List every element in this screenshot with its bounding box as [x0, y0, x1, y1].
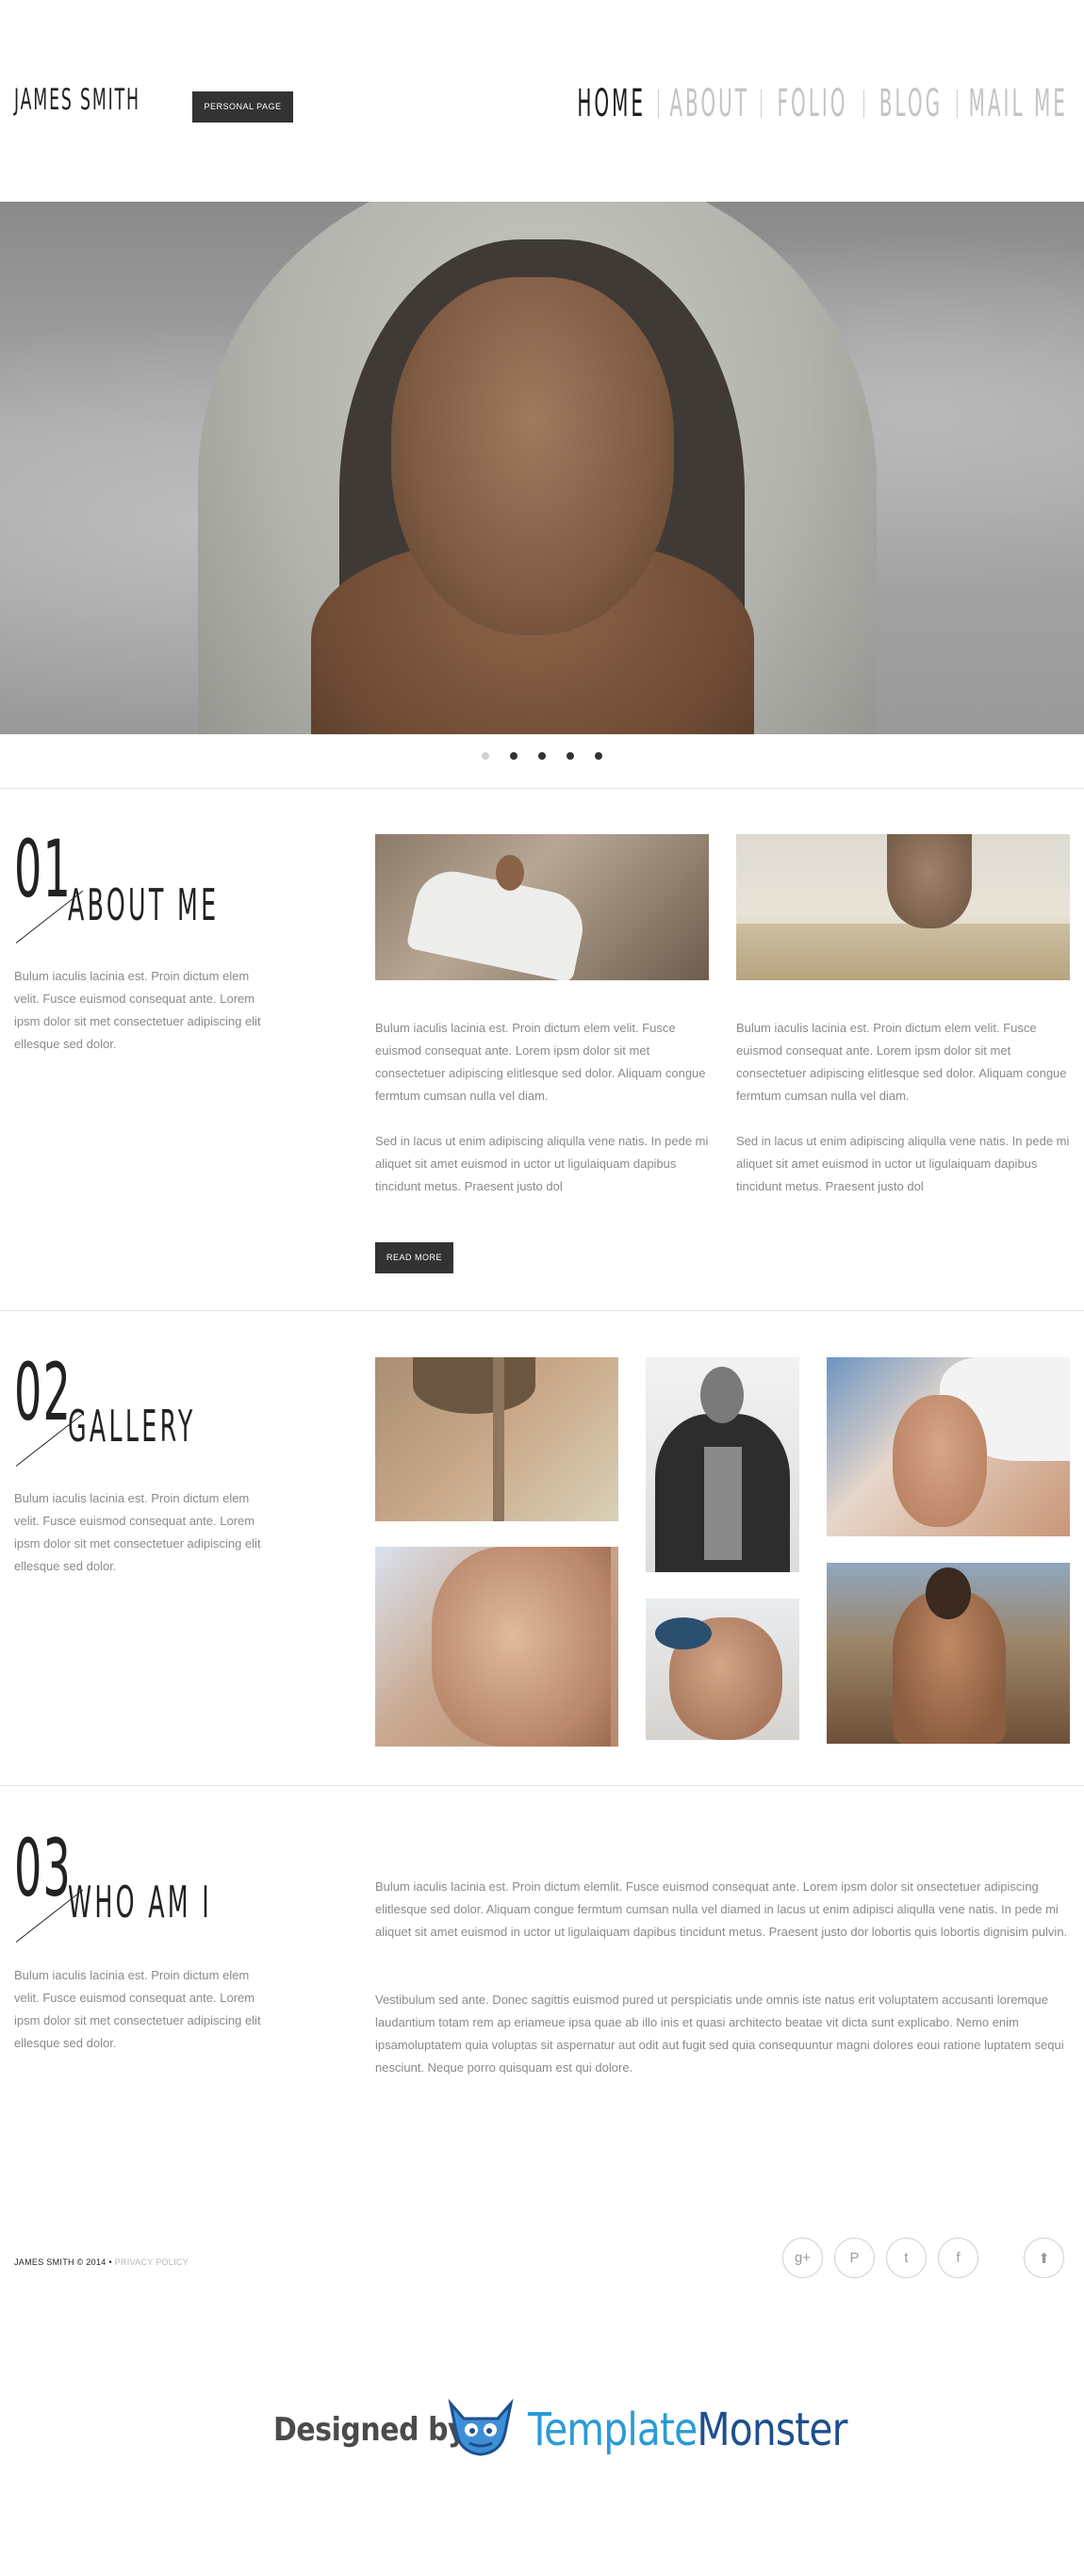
nav-link-home[interactable]: HOME	[578, 82, 647, 125]
nav-link-mail-me[interactable]: MAIL ME	[968, 82, 1067, 125]
personal-page-badge: PERSONAL PAGE	[192, 91, 293, 123]
twitter-glyph: t	[904, 2250, 909, 2266]
about-photo-man-on-rocks	[375, 834, 709, 980]
about-photo-balloon	[736, 834, 1070, 980]
gallery-photo-1[interactable]	[375, 1357, 618, 1521]
scroll-top-icon[interactable]: ⬆	[1024, 2238, 1064, 2278]
gallery-photo-4[interactable]	[646, 1599, 799, 1740]
slider-dot-3[interactable]	[538, 752, 546, 760]
pinterest-icon[interactable]: P	[834, 2238, 875, 2278]
read-more-button[interactable]: READ MORE	[375, 1242, 453, 1273]
section-title-gallery: GALLERY	[68, 1401, 196, 1452]
facebook-glyph: f	[956, 2250, 961, 2266]
twitter-icon[interactable]: t	[886, 2238, 927, 2278]
slider-dot-5[interactable]	[595, 752, 602, 760]
photo-pole	[493, 1357, 504, 1521]
slider-dot-4[interactable]	[567, 752, 574, 760]
privacy-policy-link[interactable]: PRIVACY POLICY	[115, 2257, 189, 2267]
wordmark-monster: Monster	[697, 2404, 847, 2456]
copyright-text: JAMES SMITH © 2014 •	[14, 2257, 112, 2267]
about-col1-paragraph-1: Bulum iaculis lacinia est. Proin dictum …	[375, 1021, 706, 1103]
nav-item-mail-me[interactable]: MAIL ME	[968, 82, 1067, 125]
nav-link-about[interactable]: ABOUT	[670, 82, 750, 125]
slider-dot-1[interactable]	[482, 752, 489, 760]
photo-cap	[413, 1357, 535, 1414]
nav-separator	[863, 90, 864, 118]
google-plus-glyph: g+	[794, 2250, 812, 2266]
nav-item-blog[interactable]: BLOG	[878, 82, 944, 125]
slider-dot-2[interactable]	[510, 752, 517, 760]
section-divider	[0, 1785, 1084, 1786]
section-number-02: 02	[14, 1346, 72, 1438]
footer-copyright: JAMES SMITH © 2014 • PRIVACY POLICY	[14, 2257, 189, 2267]
about-col2-paragraph-1: Bulum iaculis lacinia est. Proin dictum …	[736, 1021, 1067, 1103]
section-title-who-am-i: WHO AM I	[68, 1877, 213, 1928]
gallery-photo-5[interactable]	[827, 1357, 1070, 1536]
who-paragraph-1: Bulum iaculis lacinia est. Proin dictum …	[375, 1879, 1068, 1939]
nav-separator	[761, 90, 762, 118]
section-divider	[0, 1310, 1084, 1311]
gallery-photo-6[interactable]	[827, 1563, 1070, 1744]
photo-sunglasses	[655, 1617, 712, 1649]
site-brand[interactable]: JAMES SMITH	[14, 83, 140, 117]
who-side-text: Bulum iaculis lacinia est. Proin dictum …	[14, 1968, 261, 2050]
slider-pagination	[0, 752, 1084, 760]
photo-figure-head	[496, 855, 524, 891]
designed-by-label: Designed by	[273, 2411, 467, 2449]
about-side-text: Bulum iaculis lacinia est. Proin dictum …	[14, 969, 261, 1051]
scroll-top-glyph: ⬆	[1038, 2250, 1050, 2267]
photo-face-closeup	[432, 1547, 611, 1747]
facebook-icon[interactable]: f	[938, 2238, 978, 2278]
about-col2-paragraph-2: Sed in lacus ut enim adipiscing aliqulla…	[736, 1134, 1070, 1193]
gallery-side-text: Bulum iaculis lacinia est. Proin dictum …	[14, 1491, 261, 1573]
gallery-photo-3[interactable]	[646, 1357, 799, 1572]
about-col1-paragraph-2: Sed in lacus ut enim adipiscing aliqulla…	[375, 1134, 709, 1193]
wordmark-template: Template	[528, 2404, 698, 2456]
nav-link-blog[interactable]: BLOG	[879, 82, 942, 125]
nav-separator	[658, 90, 659, 118]
template-monster-logo-icon	[448, 2398, 514, 2456]
pinterest-glyph: P	[849, 2250, 860, 2266]
nav-item-folio[interactable]: FOLIO	[775, 82, 850, 125]
section-number-01: 01	[14, 823, 72, 915]
section-title-about: ABOUT ME	[68, 879, 220, 930]
nav-link-folio[interactable]: FOLIO	[777, 82, 847, 125]
photo-hair	[926, 1567, 971, 1619]
google-plus-icon[interactable]: g+	[782, 2238, 823, 2278]
photo-face	[893, 1395, 987, 1527]
photo-city-skyline	[736, 924, 1070, 980]
template-monster-wordmark[interactable]: TemplateMonster	[528, 2404, 847, 2456]
nav-separator	[957, 90, 958, 118]
hero-face	[391, 277, 674, 635]
section-number-03: 03	[14, 1822, 72, 1914]
gallery-photo-2[interactable]	[375, 1547, 618, 1747]
who-paragraph-2: Vestibulum sed ante. Donec sagittis euis…	[375, 1993, 1064, 2075]
photo-head	[700, 1367, 744, 1423]
main-nav: HOME ABOUT FOLIO BLOG MAIL ME	[578, 81, 1067, 126]
section-divider	[0, 788, 1084, 789]
nav-item-about[interactable]: ABOUT	[670, 82, 750, 125]
nav-item-home[interactable]: HOME	[578, 82, 647, 125]
photo-torso	[704, 1447, 742, 1560]
hero-slider-image	[0, 202, 1084, 734]
photo-hot-air-balloon	[887, 834, 972, 928]
